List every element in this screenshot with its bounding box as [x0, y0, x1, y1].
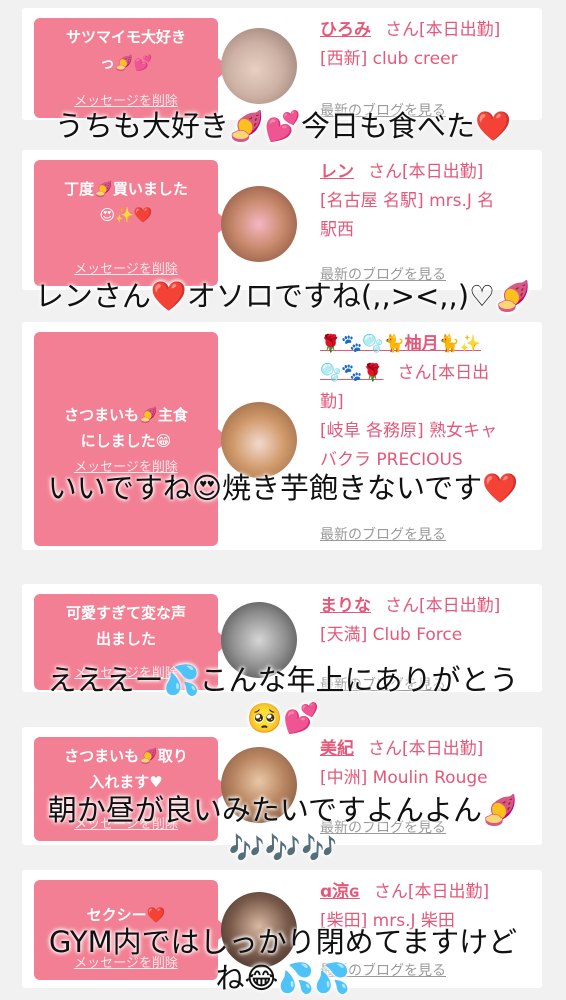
message-line: 可愛すぎて変な声 — [65, 604, 186, 622]
delete-message-link[interactable]: メッセージを削除 — [34, 262, 218, 278]
message-line: 😍✨❤️ — [99, 206, 153, 224]
profile-card: さつまいも🍠主食 にしました😁 メッセージを削除 🌹🐾🫧🐈柚月🐈✨ 🫧🐾🌹 さん[… — [22, 322, 542, 550]
overlay-comment: ね😂💦💦 — [215, 961, 351, 995]
shop-text: [西新] club creer — [320, 49, 458, 69]
profile-info: 🌹🐾🫧🐈柚月🐈✨ 🫧🐾🌹 さん[本日出 勤] [岐阜 各務原] 熟女キャ バクラ … — [320, 330, 534, 543]
status-text: さん[本日出勤] — [368, 739, 484, 759]
message-line: 出ました — [95, 630, 156, 648]
profile-info: まりな さん[本日出勤] [天満] Club Force 最新のブログを見る — [320, 592, 534, 693]
status-text: さん[本日出勤] — [368, 162, 484, 182]
profile-card: 丁度🍠買いました 😍✨❤️ メッセージを削除 レン さん[本日出勤] [名古屋 名… — [22, 150, 542, 290]
girl-name-link[interactable]: 美紀 — [320, 739, 354, 759]
overlay-comment: 🥺💕 — [246, 701, 320, 735]
overlay-comment: いいですね😍焼き芋飽きないです❤️ — [47, 471, 519, 505]
message-line: 丁度🍠買いました — [64, 180, 188, 198]
overlay-comment: えええー💦こんな年上にありがとう — [47, 663, 519, 697]
shop-text: [天満] Club Force — [320, 625, 463, 645]
overlay-comment: レンさん❤️オソロですね(,,><,,)♡🍠 — [34, 279, 532, 313]
shop-text: [岐阜 各務原] 熟女キャ — [320, 421, 498, 441]
overlay-comment: GYM内ではしっかり閉めてますけど — [48, 925, 518, 959]
status-text: さん[本日出勤] — [385, 596, 501, 616]
shop-text: [名古屋 名駅] mrs.J 名 — [320, 191, 495, 211]
girl-name-link[interactable]: 🌹🐾🫧🐈柚月🐈✨ — [320, 334, 481, 354]
avatar[interactable] — [221, 186, 297, 262]
avatar[interactable] — [221, 28, 297, 104]
profile-info: 美紀 さん[本日出勤] [中洲] Moulin Rouge 最新のブログを見る — [320, 735, 534, 836]
message-bubble: 丁度🍠買いました 😍✨❤️ メッセージを削除 — [34, 160, 230, 286]
message-line: さつまいも🍠取り — [64, 747, 188, 765]
message-line: サツマイモ大好き — [65, 28, 186, 46]
message-line: っ🍠💕 — [99, 54, 153, 72]
status-text: さん[本日出勤] — [385, 20, 501, 40]
girl-name-link[interactable]: レン — [320, 162, 354, 182]
shop-text: [中洲] Moulin Rouge — [320, 768, 488, 788]
message-bubble: サツマイモ大好き っ🍠💕 メッセージを削除 — [34, 18, 230, 118]
status-text: さん[本日出勤] — [373, 882, 490, 902]
message-line: さつまいも🍠主食 — [64, 406, 188, 424]
profile-info: ひろみ さん[本日出勤] [西新] club creer 最新のブログを見る — [320, 16, 534, 119]
message-bubble: さつまいも🍠主食 にしました😁 メッセージを削除 — [34, 332, 230, 546]
overlay-comment: うちも大好き🍠💕今日も食べた❤️ — [54, 109, 512, 143]
profile-info: レン さん[本日出勤] [名古屋 名駅] mrs.J 名 駅西 最新のブログを見る — [320, 158, 534, 283]
girl-name-link-2[interactable]: 🫧🐾🌹 — [320, 363, 384, 383]
girl-name-link[interactable]: ひろみ — [320, 20, 371, 40]
latest-blog-link[interactable]: 最新のブログを見る — [320, 526, 446, 544]
girl-name-link[interactable]: まりな — [320, 596, 371, 616]
overlay-comment: 朝か昼が良いみたいですよんよん🍠 — [47, 793, 519, 827]
profile-card: サツマイモ大好き っ🍠💕 メッセージを削除 ひろみ さん[本日出勤] [西新] c… — [22, 8, 542, 120]
status-text: さん[本日出 — [397, 363, 490, 383]
shop-text: 駅西 — [320, 220, 354, 240]
avatar[interactable] — [221, 402, 297, 478]
overlay-comment: 🎶🎶🎶 — [228, 831, 338, 865]
status-text-2: 勤] — [320, 392, 344, 412]
message-line: にしました😁 — [80, 432, 172, 450]
girl-name-link[interactable]: ɑ涼ɢ — [320, 882, 360, 902]
